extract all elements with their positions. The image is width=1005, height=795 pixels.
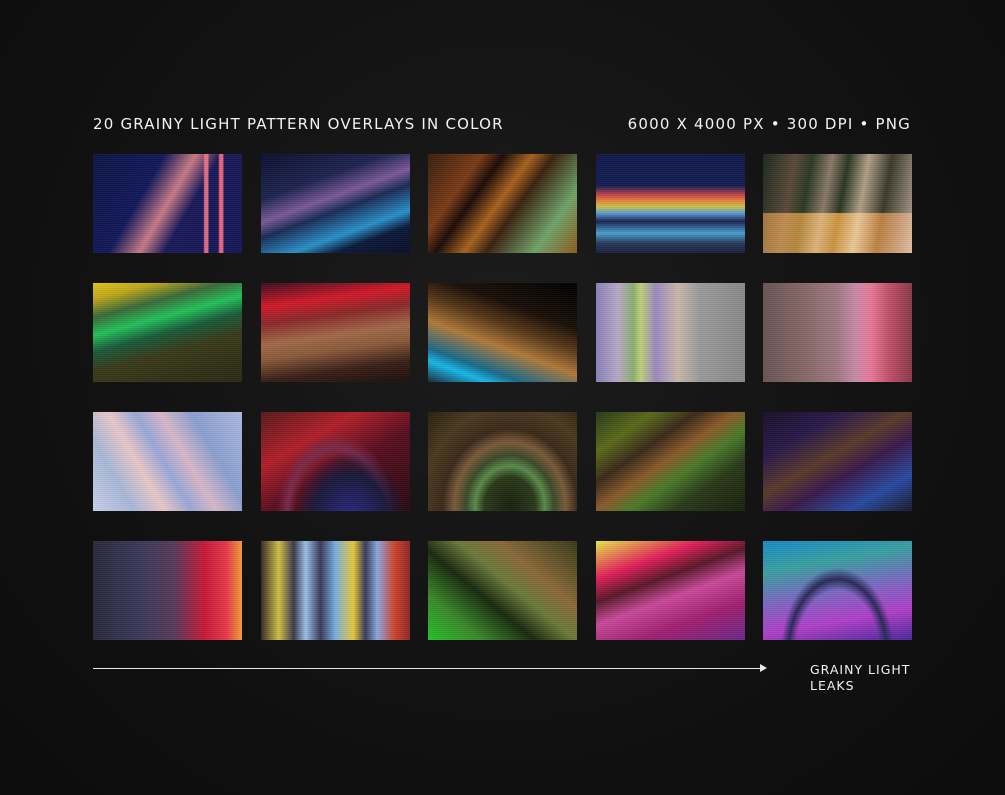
overlay-thumbnail-12	[260, 412, 410, 511]
overlay-thumbnail-10	[763, 283, 912, 382]
overlay-thumbnail-14	[595, 412, 745, 511]
page-title: 20 GRAINY LIGHT PATTERN OVERLAYS IN COLO…	[93, 115, 504, 133]
overlay-thumbnail-2	[260, 154, 410, 253]
overlay-thumbnail-11	[93, 412, 242, 511]
arrow-right-icon	[760, 664, 767, 672]
overlay-thumbnail-15	[763, 412, 912, 511]
overlay-thumbnail-13	[428, 412, 577, 511]
footer-label-line2: LEAKS	[810, 678, 855, 693]
overlay-thumbnail-8	[428, 283, 577, 382]
footer-label: GRAINY LIGHT LEAKS	[810, 662, 910, 694]
overlay-thumbnail-3	[428, 154, 577, 253]
overlay-grid	[93, 154, 912, 640]
overlay-thumbnail-16	[93, 541, 242, 640]
specs-text: 6000 X 4000 PX • 300 DPI • PNG	[627, 115, 911, 133]
overlay-thumbnail-9	[595, 283, 745, 382]
overlay-thumbnail-1	[93, 154, 242, 253]
overlay-thumbnail-20	[763, 541, 912, 640]
overlay-thumbnail-5	[763, 154, 912, 253]
overlay-thumbnail-19	[595, 541, 745, 640]
overlay-thumbnail-18	[428, 541, 577, 640]
footer-label-line1: GRAINY LIGHT	[810, 662, 911, 677]
overlay-thumbnail-4	[595, 154, 745, 253]
overlay-thumbnail-6	[93, 283, 242, 382]
overlay-thumbnail-17	[260, 541, 410, 640]
arrow-line	[93, 668, 763, 669]
overlay-thumbnail-7	[260, 283, 410, 382]
